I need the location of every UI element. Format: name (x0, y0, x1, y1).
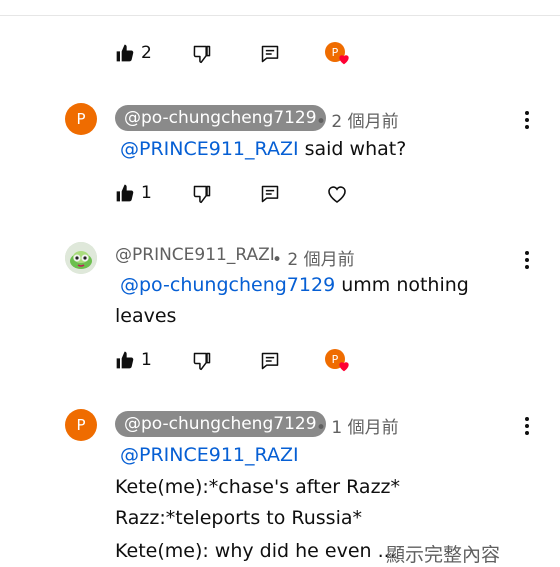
creator-heart-badge: P (325, 349, 351, 375)
show-more-link[interactable]: 顯示完整內容 (386, 540, 500, 567)
dislike-button[interactable] (192, 184, 212, 204)
comment-body: umm nothing (341, 274, 469, 296)
comment-text: @PRINCE911_RAZI said what? (120, 138, 406, 160)
comment-time: • 1 個月前 (316, 418, 399, 438)
thumbs-up-filled-icon (116, 184, 134, 202)
divider (0, 15, 560, 16)
creator-heart-badge: P (325, 42, 351, 68)
like-count: 1 (141, 183, 152, 203)
comment-body-line: Razz:*teleports to Russia* (115, 507, 362, 529)
author-handle[interactable]: @po-chungcheng7129 (115, 411, 326, 437)
reply-comment-icon (261, 45, 279, 63)
more-options-icon[interactable] (524, 416, 530, 436)
reply-button[interactable] (260, 351, 280, 371)
like-count: 1 (141, 350, 152, 370)
comment-body-line: leaves (115, 305, 177, 327)
like-count: 2 (141, 43, 152, 63)
dislike-button[interactable] (192, 351, 212, 371)
avatar[interactable]: P (65, 103, 97, 135)
reply-comment-icon (261, 352, 279, 370)
comment-time: • 2 個月前 (316, 112, 399, 132)
more-options-icon[interactable] (524, 250, 530, 270)
thumbs-down-icon (193, 45, 211, 64)
comment-text: @po-chungcheng7129 umm nothing (120, 274, 469, 296)
like-button[interactable]: 1 (115, 183, 152, 203)
reply-button[interactable] (260, 184, 280, 204)
more-options-icon[interactable] (524, 110, 530, 130)
avatar[interactable]: P (65, 409, 97, 441)
thumbs-up-filled-icon (116, 351, 134, 369)
heart-filled-icon (339, 362, 349, 372)
like-button[interactable]: 2 (115, 43, 152, 63)
thumbs-down-icon (193, 185, 211, 204)
leaf-avatar-icon (65, 242, 97, 274)
heart-button[interactable] (325, 182, 349, 206)
thumbs-up-filled-icon (116, 44, 134, 62)
comment-body: said what? (304, 138, 407, 160)
mention-link[interactable]: @po-chungcheng7129 (120, 274, 335, 296)
author-handle[interactable]: @po-chungcheng7129 (115, 105, 326, 131)
comment-text: @PRINCE911_RAZI (120, 444, 299, 466)
thumbs-down-icon (193, 352, 211, 371)
comment-body-line: Kete(me): why did he even ... (115, 540, 396, 562)
mention-link[interactable]: @PRINCE911_RAZI (120, 444, 299, 466)
reply-comment-icon (261, 185, 279, 203)
avatar[interactable] (65, 242, 97, 274)
dislike-button[interactable] (192, 44, 212, 64)
mention-link[interactable]: @PRINCE911_RAZI (120, 138, 299, 160)
comment-body-line: Kete(me):*chase's after Razz* (115, 476, 401, 498)
like-button[interactable]: 1 (115, 350, 152, 370)
comment-time: • 2 個月前 (272, 250, 355, 270)
reply-button[interactable] (260, 44, 280, 64)
heart-outline-icon (328, 186, 346, 203)
author-handle[interactable]: @PRINCE911_RAZI (115, 245, 275, 265)
heart-filled-icon (339, 55, 349, 65)
